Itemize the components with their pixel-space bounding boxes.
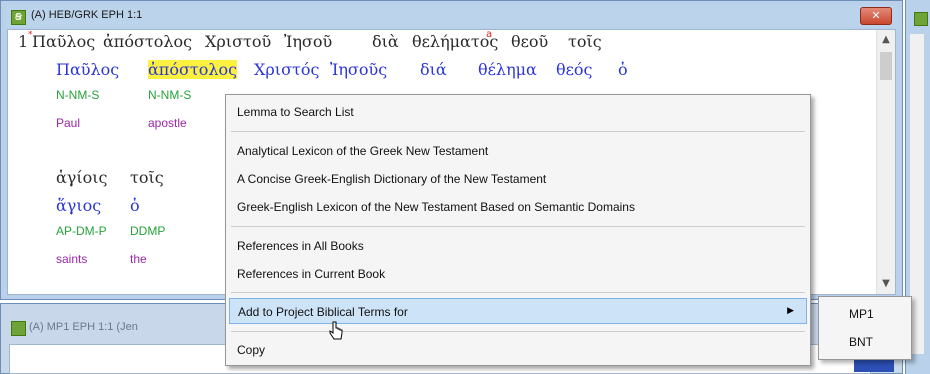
- triangle-right-icon: ▶: [787, 305, 794, 315]
- menu-item-label: Add to Project Biblical Terms for: [238, 305, 408, 319]
- verse-number: 1: [18, 32, 29, 51]
- chevron-down-icon[interactable]: ▼: [877, 276, 895, 292]
- lemma[interactable]: Παῦλος: [56, 60, 119, 79]
- window-title: (A) HEB/GRK EPH 1:1: [31, 9, 143, 21]
- greek-word[interactable]: τοῖς: [130, 168, 164, 187]
- mouse-pointer-icon: [329, 321, 343, 340]
- greek-word[interactable]: ἀπόστολος: [103, 32, 192, 51]
- lemma[interactable]: ἅγιος: [56, 196, 101, 215]
- lemma[interactable]: θεός: [556, 60, 593, 79]
- lemma[interactable]: ὁ: [130, 196, 140, 215]
- chevron-up-icon[interactable]: ▲: [877, 32, 895, 48]
- menu-item-label: References in Current Book: [237, 267, 386, 281]
- lemma[interactable]: ὁ: [618, 60, 628, 79]
- parsing-code: N-NM-S: [148, 88, 192, 102]
- menu-separator: [231, 331, 805, 332]
- side-scrollbar[interactable]: [910, 34, 924, 354]
- greek-word[interactable]: θεοῦ: [511, 32, 548, 51]
- context-menu: Lemma to Search List Analytical Lexicon …: [225, 94, 811, 366]
- submenu-item-mp1[interactable]: MP1: [849, 307, 874, 321]
- greek-word[interactable]: Παῦλος: [32, 32, 95, 51]
- submenu-item-bnt[interactable]: BNT: [849, 335, 873, 349]
- menu-item-references-current-book[interactable]: References in Current Book: [229, 261, 807, 287]
- menu-item-label: Copy: [237, 343, 266, 357]
- lemma[interactable]: διά: [420, 60, 447, 79]
- greek-word[interactable]: Χριστοῦ: [205, 32, 271, 51]
- paratext-icon: Ꞩ: [11, 10, 26, 25]
- lemma-highlighted[interactable]: ἀπόστολος: [148, 60, 238, 79]
- close-button[interactable]: ✕: [860, 7, 892, 25]
- lemma[interactable]: Ἰησοῦς: [330, 60, 387, 79]
- menu-item-lemma-to-search-list[interactable]: Lemma to Search List: [229, 99, 807, 125]
- parsing-code: DDMP: [130, 224, 166, 238]
- menu-separator: [231, 226, 805, 227]
- title-bar[interactable]: Ꞩ (A) HEB/GRK EPH 1:1 ✕: [5, 5, 898, 27]
- lemma[interactable]: θέλημα: [478, 60, 537, 79]
- menu-item-references-all-books[interactable]: References in All Books: [229, 233, 807, 259]
- gloss: apostle: [148, 116, 187, 130]
- menu-item-label: A Concise Greek-English Dictionary of th…: [237, 172, 547, 186]
- gloss: saints: [56, 252, 88, 266]
- greek-word[interactable]: τοῖς: [568, 32, 602, 51]
- paratext-icon: [914, 12, 928, 26]
- greek-word[interactable]: διὰ: [372, 32, 399, 51]
- menu-item-label: Analytical Lexicon of the Greek New Test…: [237, 144, 489, 158]
- menu-item-label: Lemma to Search List: [237, 105, 354, 119]
- menu-separator: [231, 292, 805, 293]
- vertical-scrollbar[interactable]: ▲ ▼: [876, 30, 895, 294]
- menu-item-concise-dictionary[interactable]: A Concise Greek-English Dictionary of th…: [229, 166, 807, 192]
- project-submenu: MP1 BNT: [818, 296, 912, 360]
- edit-icon: [11, 321, 26, 336]
- parsing-code: AP-DM-P: [56, 224, 107, 238]
- menu-separator: [231, 131, 805, 132]
- note-marker-icon: a: [486, 29, 493, 40]
- menu-item-semantic-domains-lexicon[interactable]: Greek-English Lexicon of the New Testame…: [229, 194, 807, 220]
- gloss: Paul: [56, 116, 81, 130]
- greek-word[interactable]: Ἰησοῦ: [284, 32, 332, 51]
- menu-item-copy[interactable]: Copy: [229, 337, 807, 363]
- scroll-thumb[interactable]: [880, 52, 892, 80]
- menu-item-label: References in All Books: [237, 239, 364, 253]
- menu-item-analytical-lexicon[interactable]: Analytical Lexicon of the Greek New Test…: [229, 138, 807, 164]
- menu-item-add-to-biblical-terms[interactable]: Add to Project Biblical Terms for ▶: [229, 298, 807, 324]
- parsing-code: N-NM-S: [56, 88, 100, 102]
- gloss: the: [130, 252, 147, 266]
- project-window-title: (A) MP1 EPH 1:1 (Jen: [29, 321, 138, 333]
- lemma[interactable]: Χριστός: [254, 60, 319, 79]
- greek-word[interactable]: ἁγίοις: [56, 168, 108, 187]
- menu-item-label: Greek-English Lexicon of the New Testame…: [237, 200, 635, 214]
